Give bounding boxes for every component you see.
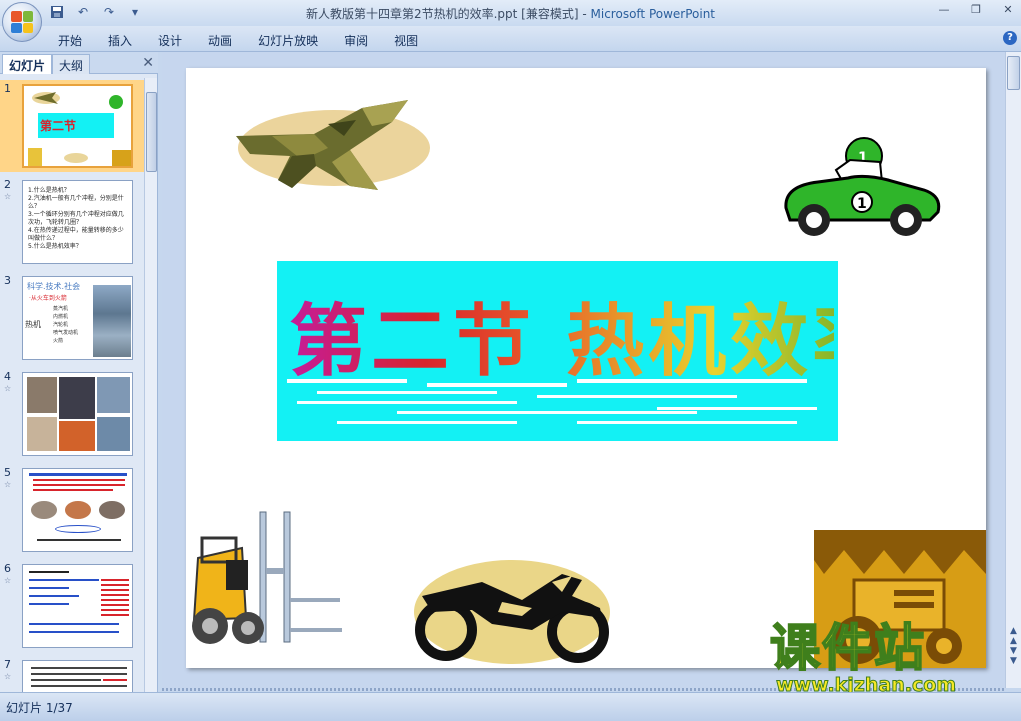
slide-thumb-2[interactable]: 2 ☆ 1.什么是热机？ 2.汽油机一般有几个冲程，分别是什么？ 3.一个循环分…: [0, 176, 144, 268]
help-icon[interactable]: ?: [1003, 31, 1017, 45]
slide-thumbnail: [22, 468, 133, 552]
panel-tabs: 幻灯片 大纲 ✕: [0, 52, 158, 74]
thumb-text: 2.汽油机一般有几个冲程，分别是什么？: [28, 195, 124, 210]
window-title: 新人教版第十四章第2节热机的效率.ppt [兼容模式] - Microsoft …: [305, 7, 716, 21]
current-slide[interactable]: 1 1 第二节 热机效率: [186, 68, 986, 668]
scrollbar-thumb[interactable]: [146, 92, 157, 172]
tab-animations[interactable]: 动画: [208, 30, 246, 49]
animation-star-icon: ☆: [4, 192, 12, 201]
window-controls: — ❐ ✕: [935, 2, 1017, 18]
thumb-image: [93, 285, 131, 357]
status-bar: 幻灯片 1/37: [0, 692, 1021, 721]
slide-number: 4: [4, 370, 11, 383]
title-banner: 第二节 热机效率: [277, 261, 838, 441]
tab-insert[interactable]: 插入: [108, 30, 146, 49]
slide-thumb-6[interactable]: 6 ☆: [0, 560, 144, 652]
thumb-text: 科学.技术.社会: [27, 282, 81, 291]
slide-number: 6: [4, 562, 11, 575]
tab-view[interactable]: 视图: [394, 30, 432, 49]
scrollbar-thumb[interactable]: [1007, 56, 1020, 90]
slide-thumb-5[interactable]: 5 ☆: [0, 464, 144, 556]
slide-thumbnail: 第二节: [22, 84, 133, 168]
thumb-text: 热机: [25, 320, 41, 329]
watermark-logo-text: 课件站: [769, 619, 926, 677]
close-icon[interactable]: ✕: [142, 55, 154, 71]
thumb-text: 3.一个循环分别有几个冲程对应做几次功，飞轮转几圈？: [28, 211, 124, 226]
slide-number: 2: [4, 178, 11, 191]
tab-home[interactable]: 开始: [58, 30, 96, 49]
slide-scrollbar[interactable]: ▲ ▲ ▼ ▼: [1005, 52, 1021, 688]
tab-outline[interactable]: 大纲: [52, 54, 91, 74]
redo-icon[interactable]: ↷: [100, 3, 118, 21]
thumb-text: ·从火车到火箭: [29, 295, 67, 302]
thumbnail-scrollbar[interactable]: [144, 78, 157, 692]
thumb-text: 火箭: [53, 338, 64, 344]
slide-thumbnail: [22, 372, 133, 456]
site-watermark: 课件站 www.kjzhan.com: [769, 619, 1010, 697]
thumb-text: 4.在热传递过程中，能量转移的多少叫做什么？: [28, 227, 124, 242]
slide-thumb-4[interactable]: 4 ☆: [0, 368, 144, 460]
title-bar: 新人教版第十四章第2节热机的效率.ppt [兼容模式] - Microsoft …: [0, 0, 1021, 26]
thumb-text: 1.什么是热机？: [28, 187, 70, 194]
tab-slides[interactable]: 幻灯片: [2, 54, 53, 74]
fighter-jet-image: [236, 100, 430, 190]
thumb-text: 蒸汽机: [53, 306, 69, 312]
customize-toolbar-icon[interactable]: ▾: [126, 3, 144, 21]
restore-button[interactable]: ❐: [967, 2, 985, 18]
slide-thumb-7[interactable]: 7 ☆: [0, 656, 144, 692]
office-button[interactable]: [2, 2, 42, 42]
slide-thumbnail: [22, 564, 133, 648]
save-icon[interactable]: [48, 3, 66, 21]
undo-icon[interactable]: ↶: [74, 3, 92, 21]
svg-text:1: 1: [857, 196, 867, 212]
slide-thumbnails: 1 第二节 2 ☆ 1.什么是热机？ 2.汽油机一般有几个冲程，分别是什么？ 3…: [0, 78, 144, 692]
svg-text:第二节: 第二节: [40, 118, 76, 133]
forklift-image: [192, 511, 342, 644]
ribbon-tabs: 开始 插入 设计 动画 幻灯片放映 审阅 视图: [58, 30, 444, 49]
office-logo-icon: [11, 11, 33, 33]
thumb-text: 汽轮机: [53, 322, 69, 328]
slide-editor: 1 1 第二节 热机效率: [162, 52, 1005, 688]
race-car-image: 1 1: [784, 137, 941, 236]
animation-star-icon: ☆: [4, 672, 12, 681]
slide-title: 第二节 热机效率: [289, 279, 838, 391]
slide-counter: 幻灯片 1/37: [6, 701, 73, 715]
tab-slideshow[interactable]: 幻灯片放映: [258, 30, 332, 49]
close-window-button[interactable]: ✕: [999, 2, 1017, 18]
slide-number: 7: [4, 658, 11, 671]
slide-thumb-1[interactable]: 1 第二节: [0, 80, 144, 172]
tab-design[interactable]: 设计: [158, 30, 196, 49]
animation-star-icon: ☆: [4, 384, 12, 393]
slide-thumbnail: 1.什么是热机？ 2.汽油机一般有几个冲程，分别是什么？ 3.一个循环分别有几个…: [22, 180, 133, 264]
slide-number: 1: [4, 82, 11, 95]
slides-panel: 幻灯片 大纲 ✕ 1 第二节 2 ☆ 1.什么是热机？ 2.汽油机一般有几个冲程…: [0, 52, 158, 692]
slide-thumb-3[interactable]: 3 科学.技术.社会 ·从火车到火箭 热机 蒸汽机 内燃机 汽轮机 喷气发动机 …: [0, 272, 144, 364]
thumb-text: 喷气发动机: [53, 330, 79, 336]
minimize-button[interactable]: —: [935, 2, 953, 18]
slide-number: 3: [4, 274, 11, 287]
slide-number: 5: [4, 466, 11, 479]
ribbon: 开始 插入 设计 动画 幻灯片放映 审阅 视图 ?: [0, 26, 1021, 52]
thumb-text: 5.什么是热机效率？: [28, 243, 82, 250]
quick-access-toolbar: ↶ ↷ ▾: [48, 3, 144, 21]
animation-star-icon: ☆: [4, 480, 12, 489]
motorcycle-image: [414, 560, 610, 664]
tab-review[interactable]: 审阅: [344, 30, 382, 49]
animation-star-icon: ☆: [4, 576, 12, 585]
slide-thumbnail: 科学.技术.社会 ·从火车到火箭 热机 蒸汽机 内燃机 汽轮机 喷气发动机 火箭: [22, 276, 133, 360]
thumb-text: 内燃机: [53, 314, 69, 320]
slide-thumbnail: [22, 660, 133, 692]
